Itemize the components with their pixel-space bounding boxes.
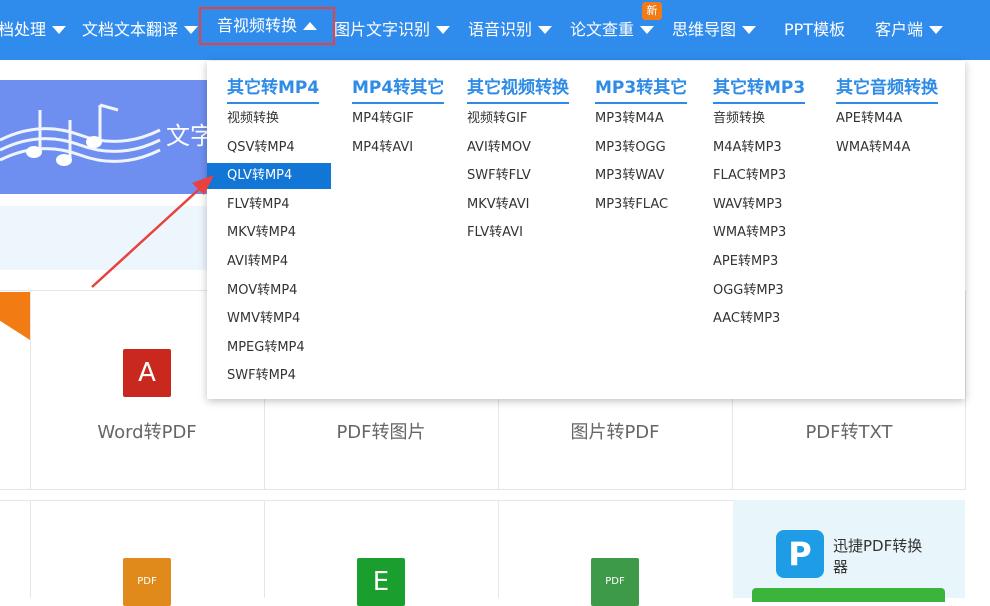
annotation-arrow <box>91 175 214 288</box>
